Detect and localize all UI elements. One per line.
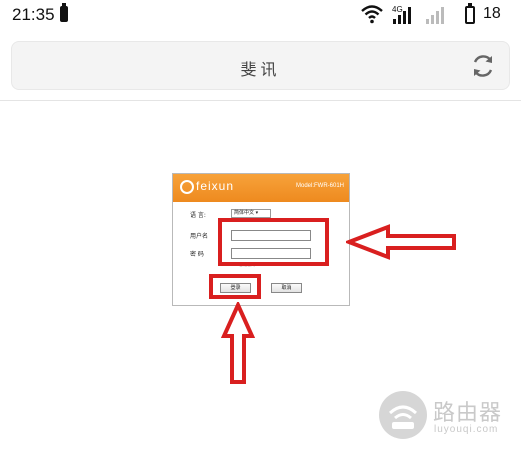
battery-icon <box>465 3 475 24</box>
language-label: 语 言: <box>190 212 206 219</box>
credentials-highlight-box <box>218 218 329 266</box>
model-label: Model:FWR-601H <box>295 183 344 189</box>
username-label: 用户名 <box>190 233 209 240</box>
cancel-button[interactable]: 取消 <box>271 283 302 293</box>
watermark-name: 路由器 <box>433 401 503 426</box>
notification-battery-icon <box>60 3 68 22</box>
brand-logo: feixun <box>196 179 235 193</box>
watermark-logo-icon <box>379 391 427 439</box>
up-arrow-annotation <box>221 302 255 384</box>
login-button-highlight-box <box>209 274 261 299</box>
refresh-icon[interactable] <box>470 53 496 79</box>
signal-secondary-icon <box>426 7 444 24</box>
feixun-logo-icon <box>180 180 194 194</box>
watermark-site: luyouqi.com <box>434 424 499 435</box>
left-arrow-annotation <box>346 224 456 260</box>
language-select[interactable]: 简体中文 ▾ <box>231 209 271 218</box>
title-divider <box>0 100 521 101</box>
battery-level: 18 <box>483 5 501 22</box>
password-label: 密 码 <box>190 251 204 258</box>
status-bar: 21:35 4G 18 <box>0 0 521 34</box>
browser-title-bar[interactable]: 斐讯 <box>11 41 510 90</box>
login-header: feixun Model:FWR-601H <box>173 174 349 202</box>
wifi-icon <box>361 5 383 24</box>
status-time: 21:35 <box>12 5 55 24</box>
signal-icon <box>393 7 411 24</box>
page-title: 斐讯 <box>240 60 281 79</box>
